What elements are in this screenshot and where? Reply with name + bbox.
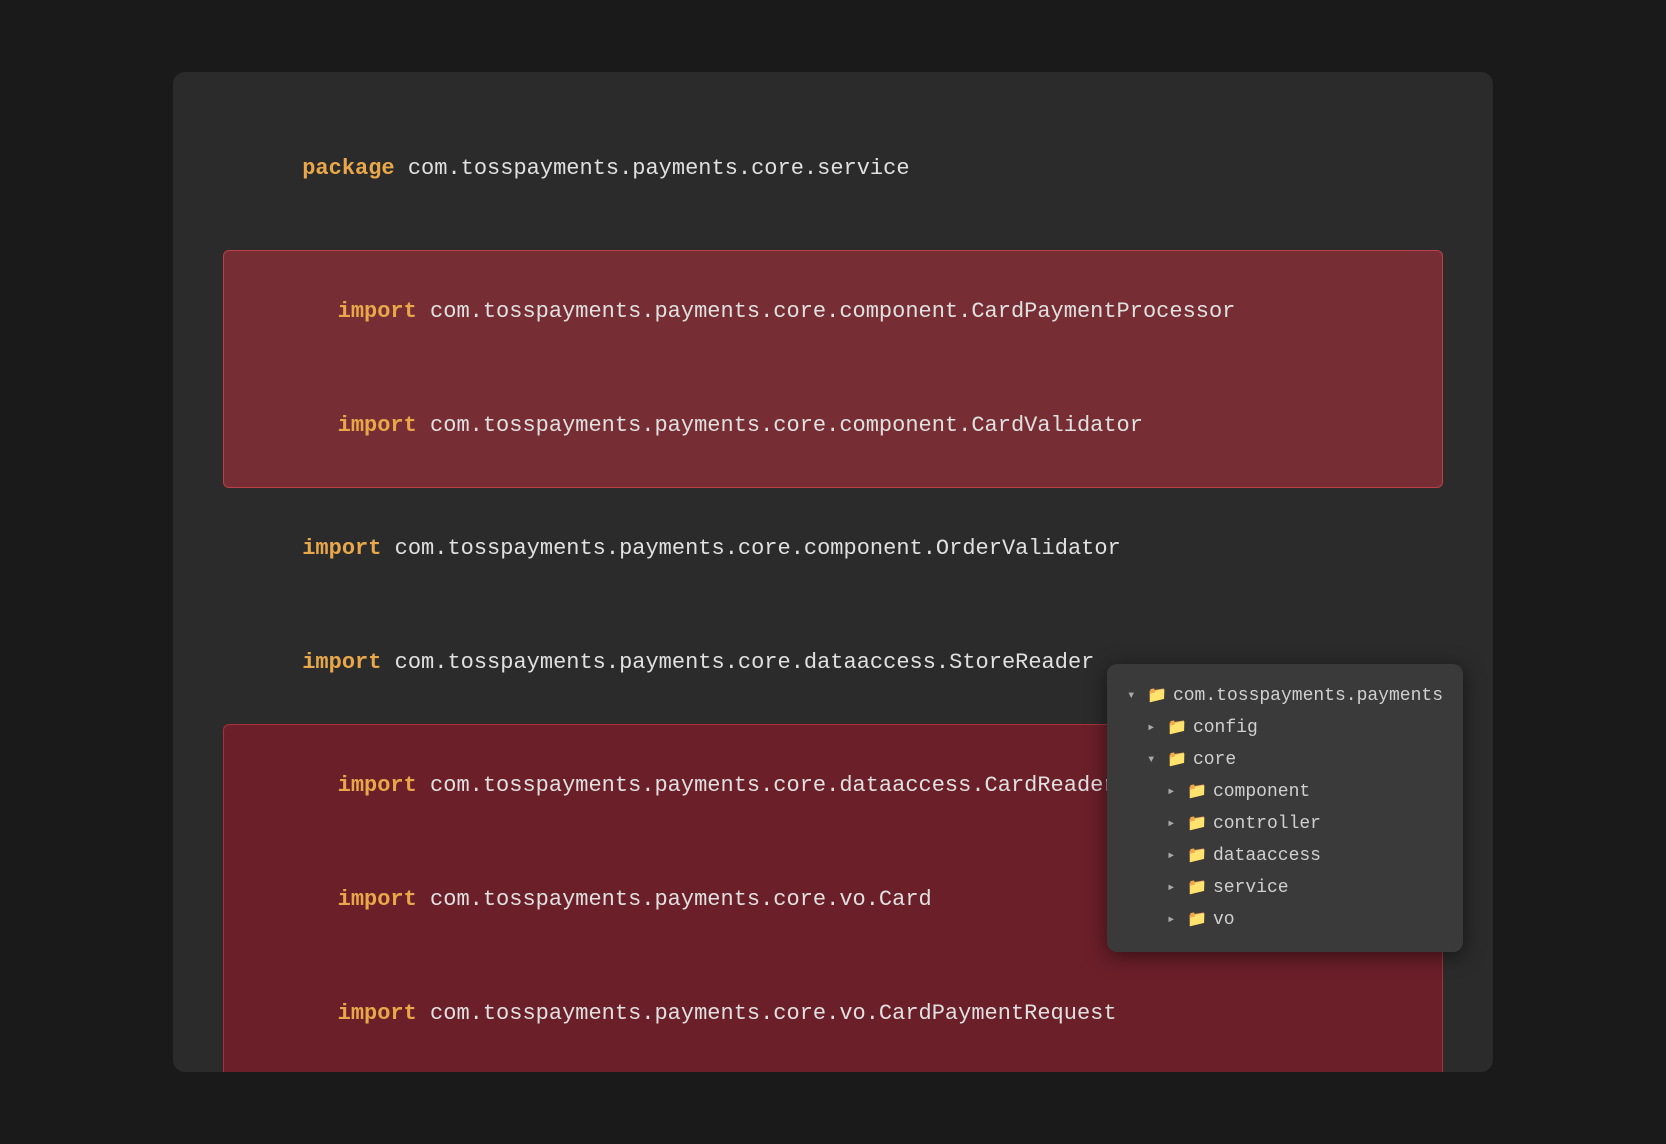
tree-label-config: config — [1193, 712, 1258, 744]
tree-item-component[interactable]: 📁 component — [1127, 776, 1443, 808]
folder-icon: 📁 — [1167, 712, 1187, 744]
tree-label-dataaccess: dataaccess — [1213, 840, 1321, 872]
tree-label-vo: vo — [1213, 904, 1235, 936]
import-line-3: import com.tosspayments.payments.core.co… — [223, 492, 1443, 606]
tree-item-service[interactable]: 📁 service — [1127, 872, 1443, 904]
tree-label-core: core — [1193, 744, 1236, 776]
tree-label-service: service — [1213, 872, 1289, 904]
folder-icon: 📁 — [1187, 904, 1207, 936]
chevron-right-icon — [1167, 840, 1181, 872]
chevron-right-icon — [1167, 808, 1181, 840]
tree-item-core[interactable]: 📁 core — [1127, 744, 1443, 776]
chevron-right-icon — [1147, 712, 1161, 744]
keyword-package: package — [302, 156, 394, 181]
tree-root-label: com.tosspayments.payments — [1173, 680, 1443, 712]
chevron-right-icon — [1167, 872, 1181, 904]
import-group-1: import com.tosspayments.payments.core.co… — [223, 250, 1443, 488]
chevron-right-icon — [1167, 776, 1181, 808]
chevron-down-icon — [1147, 744, 1161, 776]
folder-icon: 📁 — [1187, 840, 1207, 872]
package-line: package com.tosspayments.payments.core.s… — [223, 112, 1443, 226]
tree-item-dataaccess[interactable]: 📁 dataaccess — [1127, 840, 1443, 872]
folder-icon: 📁 — [1167, 744, 1187, 776]
import-line-8: import com.tosspayments.payments.core.vo… — [232, 1071, 1434, 1072]
folder-icon: 📁 — [1187, 808, 1207, 840]
code-editor: package com.tosspayments.payments.core.s… — [173, 72, 1493, 1072]
folder-icon: 📁 — [1187, 776, 1207, 808]
import-line-7: import com.tosspayments.payments.core.vo… — [232, 957, 1434, 1071]
chevron-right-icon — [1167, 904, 1181, 936]
tree-item-config[interactable]: 📁 config — [1127, 712, 1443, 744]
tree-root: 📁 com.tosspayments.payments — [1127, 680, 1443, 712]
import-line-1: import com.tosspayments.payments.core.co… — [232, 255, 1434, 369]
folder-icon: 📁 — [1147, 680, 1167, 712]
file-tree-popup: 📁 com.tosspayments.payments 📁 config 📁 c… — [1107, 664, 1463, 952]
chevron-down-icon — [1127, 680, 1141, 712]
tree-item-vo[interactable]: 📁 vo — [1127, 904, 1443, 936]
import-line-2: import com.tosspayments.payments.core.co… — [232, 369, 1434, 483]
tree-label-controller: controller — [1213, 808, 1321, 840]
tree-item-controller[interactable]: 📁 controller — [1127, 808, 1443, 840]
tree-label-component: component — [1213, 776, 1310, 808]
folder-icon: 📁 — [1187, 872, 1207, 904]
